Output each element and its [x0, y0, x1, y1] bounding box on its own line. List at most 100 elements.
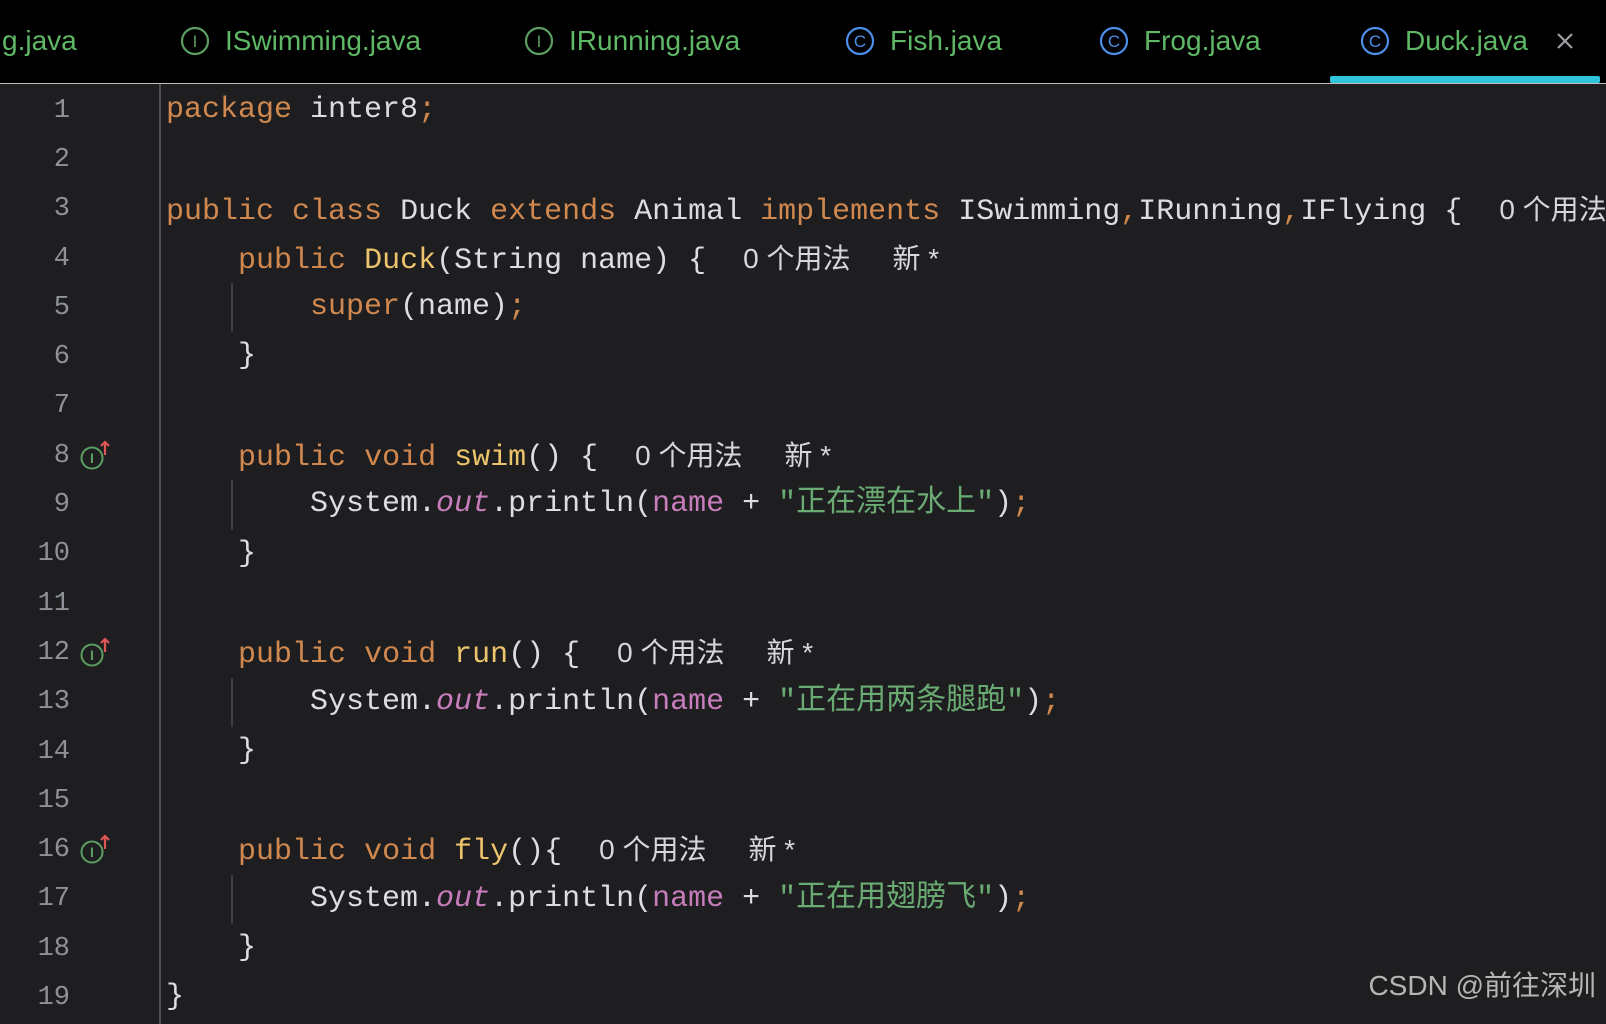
code-token-field: name: [652, 684, 725, 719]
line-number[interactable]: 17: [0, 884, 70, 914]
code-area[interactable]: package inter8; public class Duck extends…: [161, 86, 1606, 1023]
gutter-row: 12 I: [0, 628, 159, 677]
usages-inlay-hint[interactable]: 0 个用法: [617, 637, 724, 668]
code-token-plain: +: [724, 684, 779, 719]
svg-text:I: I: [90, 450, 94, 466]
tab-label: g.java: [2, 25, 77, 56]
code-token-plain: ): [994, 487, 1013, 522]
code-token-plain: .println(: [490, 684, 653, 719]
tab-fish-java[interactable]: C Fish.java: [845, 0, 1002, 82]
code-editor[interactable]: 1 2 3 4 5 6 7 8 I 9 10 11 12 I 13 14 15 16 I 17 18 19 package…: [0, 84, 1606, 1024]
code-token-keyword: super: [310, 290, 401, 325]
line-number[interactable]: 2: [0, 145, 70, 175]
gutter-row: 3: [0, 185, 159, 234]
implementing-method-icon[interactable]: I: [79, 636, 113, 670]
code-line[interactable]: }: [166, 727, 1606, 776]
svg-text:I: I: [193, 32, 198, 51]
line-number[interactable]: 4: [0, 244, 70, 274]
code-line[interactable]: public void run() {0 个用法 新 *: [166, 628, 1606, 677]
line-number[interactable]: 10: [0, 539, 70, 569]
author-inlay-hint[interactable]: 新 *: [766, 637, 813, 668]
author-inlay-hint[interactable]: 新 *: [784, 440, 831, 471]
line-number[interactable]: 14: [0, 737, 70, 767]
line-number[interactable]: 7: [0, 391, 70, 421]
line-number[interactable]: 8: [0, 441, 70, 471]
code-token-plain: () {: [526, 441, 599, 476]
line-number[interactable]: 19: [0, 983, 70, 1013]
code-token-punct: ;: [1012, 487, 1031, 522]
usages-inlay-hint[interactable]: 0 个用法: [1499, 194, 1606, 225]
code-line[interactable]: [166, 579, 1606, 628]
code-line[interactable]: public void swim() {0 个用法 新 *: [166, 431, 1606, 480]
gutter-row: 18: [0, 924, 159, 973]
code-token-plain: +: [724, 881, 779, 916]
code-line[interactable]: [166, 135, 1606, 184]
code-line[interactable]: }: [166, 530, 1606, 579]
code-line[interactable]: [166, 776, 1606, 825]
code-token-plain: () {: [508, 638, 581, 673]
line-number[interactable]: 1: [0, 96, 70, 126]
code-line[interactable]: }: [166, 332, 1606, 381]
svg-text:I: I: [537, 32, 542, 51]
close-icon[interactable]: [1554, 30, 1576, 52]
line-number[interactable]: 3: [0, 194, 70, 224]
svg-text:C: C: [1369, 32, 1381, 51]
usages-inlay-hint[interactable]: 0 个用法: [743, 243, 850, 274]
code-token-plain: (String name) {: [436, 243, 707, 278]
line-number[interactable]: 16: [0, 835, 70, 865]
svg-text:I: I: [90, 844, 94, 860]
tab-iswimming-java[interactable]: I ISwimming.java: [180, 0, 421, 82]
line-number[interactable]: 15: [0, 786, 70, 816]
interface-icon: I: [180, 26, 210, 56]
code-token-plain: Duck: [382, 194, 491, 229]
code-line[interactable]: System.out.println(name + "正在漂在水上");: [166, 480, 1606, 530]
code-token-keyword: implements: [760, 194, 941, 229]
code-token-plain: IFlying {: [1300, 194, 1463, 229]
code-line[interactable]: super(name);: [166, 283, 1606, 333]
line-number[interactable]: 11: [0, 589, 70, 619]
code-line[interactable]: public void fly(){0 个用法 新 *: [166, 825, 1606, 874]
tab-irunning-java[interactable]: I IRunning.java: [524, 0, 740, 82]
line-number[interactable]: 13: [0, 687, 70, 717]
code-token-keyword: void: [364, 638, 437, 673]
code-token-plain: inter8: [292, 93, 419, 127]
editor-tab-bar: g.java I ISwimming.java I IRunning.java …: [0, 0, 1606, 84]
code-token-plain: System.: [166, 881, 437, 916]
gutter-row: 1: [0, 86, 159, 135]
line-number[interactable]: 5: [0, 293, 70, 323]
line-number[interactable]: 6: [0, 342, 70, 372]
code-line[interactable]: public Duck(String name) {0 个用法 新 *: [166, 234, 1606, 283]
implementing-method-icon[interactable]: I: [79, 439, 113, 473]
gutter-row: 13: [0, 678, 159, 727]
code-line[interactable]: System.out.println(name + "正在用两条腿跑");: [166, 677, 1606, 727]
code-token-method: run: [454, 638, 509, 673]
gutter-row: 9: [0, 480, 159, 529]
code-line[interactable]: System.out.println(name + "正在用翅膀飞");: [166, 874, 1606, 925]
author-inlay-hint[interactable]: 新 *: [892, 243, 939, 274]
tab-duck-java[interactable]: C Duck.java: [1360, 0, 1576, 82]
code-line[interactable]: [166, 382, 1606, 431]
implementing-method-icon[interactable]: I: [79, 833, 113, 867]
code-token-plain: ): [994, 881, 1013, 916]
code-token-punct: ;: [508, 290, 527, 325]
line-number[interactable]: 12: [0, 638, 70, 668]
code-line[interactable]: package inter8;: [166, 86, 1606, 135]
tab-frog-java[interactable]: C Frog.java: [1099, 0, 1261, 82]
code-line[interactable]: public class Duck extends Animal impleme…: [166, 185, 1606, 234]
code-token-plain: }: [166, 931, 257, 966]
gutter-row: 19: [0, 973, 159, 1022]
class-icon: C: [1360, 26, 1390, 56]
svg-text:C: C: [854, 32, 866, 51]
author-inlay-hint[interactable]: 新 *: [748, 834, 795, 865]
usages-inlay-hint[interactable]: 0 个用法: [599, 834, 706, 865]
line-number[interactable]: 18: [0, 934, 70, 964]
tab-partial[interactable]: g.java: [2, 0, 77, 82]
class-icon: C: [1099, 26, 1129, 56]
line-number[interactable]: 9: [0, 490, 70, 520]
usages-inlay-hint[interactable]: 0 个用法: [635, 440, 742, 471]
